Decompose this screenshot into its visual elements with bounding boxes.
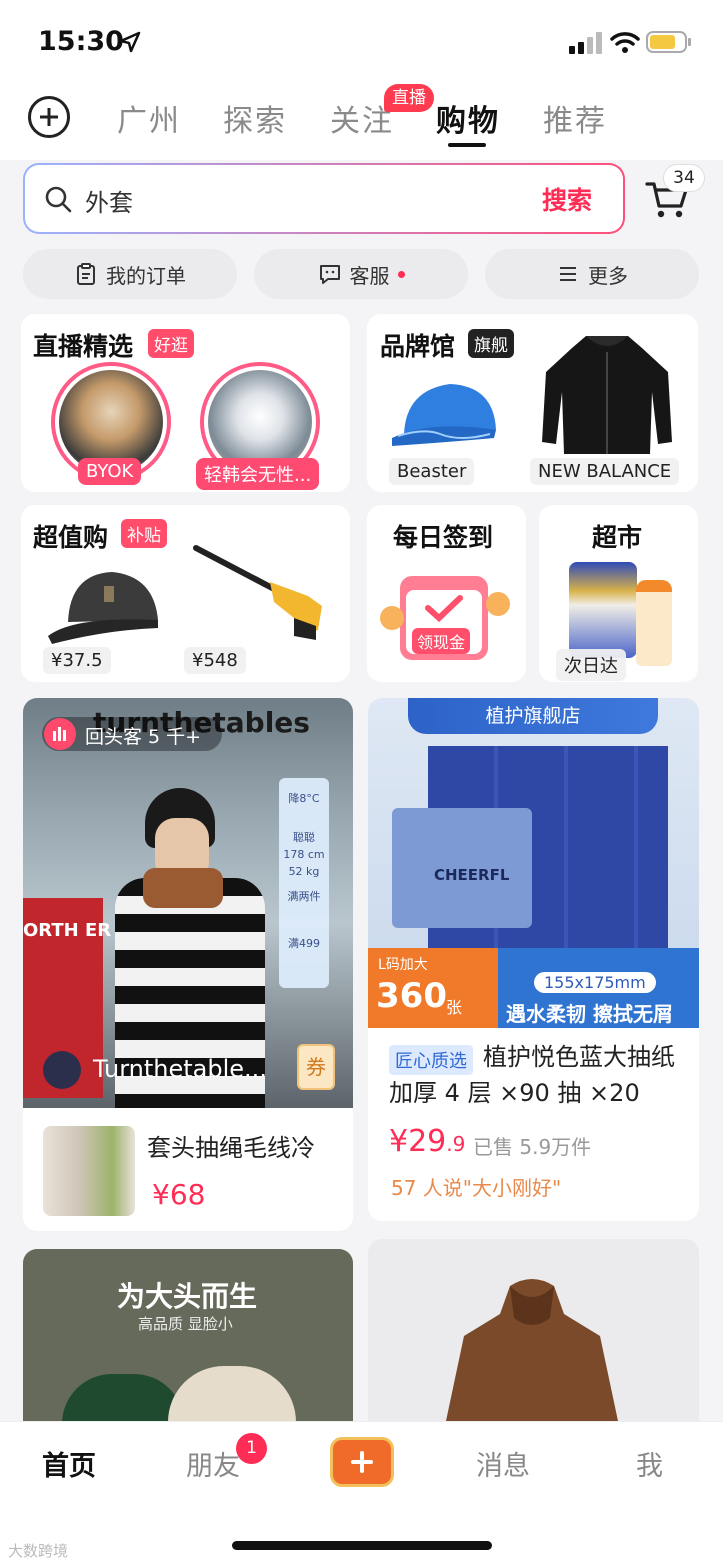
cart-count-badge: 34	[663, 164, 705, 192]
my-orders-button[interactable]: 我的订单	[23, 249, 237, 299]
live-picks-tag: 好逛	[148, 329, 194, 358]
price-main: ¥29	[389, 1124, 447, 1159]
calendar-text: 领现金	[412, 628, 471, 654]
price-label: ¥37.5	[43, 647, 111, 674]
tab-explore[interactable]: 探索	[223, 96, 287, 140]
search-icon	[45, 186, 72, 213]
live-badge: 直播	[384, 84, 434, 112]
side-panel-text: 满两件	[287, 890, 321, 903]
tab-guangzhou[interactable]: 广州	[117, 96, 181, 140]
store-banner: 植护旗舰店	[408, 698, 658, 734]
coupon-button[interactable]: 券	[297, 1044, 335, 1090]
active-tab-indicator	[448, 143, 486, 147]
side-panel-text: 聪聪	[293, 831, 315, 844]
daily-checkin-title: 每日签到	[393, 523, 494, 552]
search-input[interactable]: 外套	[85, 183, 133, 218]
ad-headline: 为大头而生	[117, 1280, 258, 1313]
more-button[interactable]: 更多	[485, 249, 699, 299]
nav-home[interactable]: 首页	[42, 1444, 96, 1483]
review-snippet: 57 人说"大小刚好"	[391, 1176, 562, 1200]
shop-avatar[interactable]	[43, 1051, 81, 1089]
supermarket-title: 超市	[592, 523, 643, 552]
battery-icon	[646, 31, 691, 53]
scarf-image	[143, 868, 223, 908]
location-arrow-icon	[119, 31, 141, 53]
value-buy-title: 超值购	[33, 523, 109, 552]
side-panel-text: 52 kg	[288, 865, 320, 878]
ad-subline: 高品质 显脸小	[138, 1315, 233, 1333]
shop-name[interactable]: Turnthetable...	[93, 1055, 267, 1083]
watermark: 大数跨境	[8, 1542, 69, 1560]
notification-dot	[397, 270, 405, 278]
pressure-washer-image[interactable]	[190, 540, 332, 644]
tab-recommend[interactable]: 推荐	[543, 96, 607, 140]
sheet-count: 360	[376, 976, 447, 1016]
supermarket-label: 次日达	[556, 649, 626, 681]
viewer-count: 回头客 5 千+	[85, 726, 202, 748]
chat-bubble-icon	[319, 265, 340, 284]
customer-service-button[interactable]: 客服	[254, 249, 468, 299]
live-bars-icon	[44, 718, 76, 750]
add-circle-icon[interactable]	[28, 96, 70, 138]
rack-text: ORTH ER	[23, 920, 112, 941]
product-title[interactable]: 植护悦色蓝大抽纸加厚 4 层 ×90 抽 ×20	[389, 1039, 685, 1111]
create-post-button[interactable]	[330, 1437, 394, 1487]
brand-label: NEW BALANCE	[530, 458, 680, 485]
sheet-count-unit: 张	[446, 998, 463, 1017]
tissue-product-image[interactable]: 植护旗舰店 CHEERFL L码加大 360 张 155x175mm 遇水柔韧 …	[368, 698, 699, 1028]
price-decimal: .9	[446, 1132, 466, 1156]
nav-me[interactable]: 我	[636, 1444, 663, 1483]
nav-friends[interactable]: 朋友	[186, 1444, 240, 1483]
live-stream-label: BYOK	[78, 458, 142, 485]
live-stream-label: 轻韩会无性...	[196, 458, 320, 490]
tab-shopping[interactable]: 购物	[436, 96, 500, 140]
sold-count: 已售 5.9万件	[473, 1135, 592, 1159]
black-jacket-image[interactable]	[540, 332, 674, 456]
brand-hall-title: 品牌馆	[380, 332, 456, 361]
home-indicator	[232, 1541, 492, 1550]
brown-coat-image	[446, 1279, 618, 1421]
value-buy-tag: 补贴	[121, 519, 167, 548]
my-orders-label: 我的订单	[106, 263, 186, 288]
blue-cap-image[interactable]	[390, 372, 506, 456]
brand-hall-tag: 旗舰	[468, 329, 514, 358]
side-panel-text: 满499	[288, 937, 320, 950]
product-thumbnail[interactable]	[43, 1126, 135, 1216]
slogan: 遇水柔韧 擦拭无屑	[506, 1002, 673, 1026]
menu-lines-icon	[560, 267, 576, 281]
baby-bottle-image[interactable]	[636, 580, 672, 666]
checkmark-icon	[425, 595, 463, 622]
product-title[interactable]: 套头抽绳毛线冷	[147, 1130, 315, 1166]
size-label: L码加大	[378, 957, 428, 973]
wifi-icon	[610, 32, 640, 53]
customer-service-label: 客服	[349, 263, 390, 288]
product-price: ¥29.9	[389, 1124, 465, 1159]
gray-cap-image[interactable]	[46, 566, 164, 650]
size-info-panel: 降8°C 聪聪 178 cm 52 kg 满两件 满499	[279, 778, 329, 988]
clipboard-icon	[77, 263, 95, 285]
friends-badge: 1	[236, 1433, 267, 1464]
search-button[interactable]: 搜索	[542, 181, 592, 217]
side-panel-text: 178 cm	[283, 848, 325, 861]
more-label: 更多	[588, 263, 628, 288]
milk-powder-can-image[interactable]	[569, 562, 637, 658]
dimension-label: 155x175mm	[534, 972, 656, 993]
brand-label: Beaster	[389, 458, 475, 485]
live-picks-title: 直播精选	[33, 332, 134, 361]
cellular-signal-icon	[569, 32, 602, 54]
price-label: ¥548	[184, 647, 246, 674]
side-panel-text: 降8°C	[288, 792, 320, 805]
product-price: ¥68	[152, 1178, 206, 1211]
box-brand: CHEERFL	[434, 866, 510, 884]
status-time: 15:30	[38, 26, 124, 57]
nav-messages[interactable]: 消息	[476, 1444, 530, 1483]
checkin-calendar-icon: 领现金	[380, 570, 512, 666]
